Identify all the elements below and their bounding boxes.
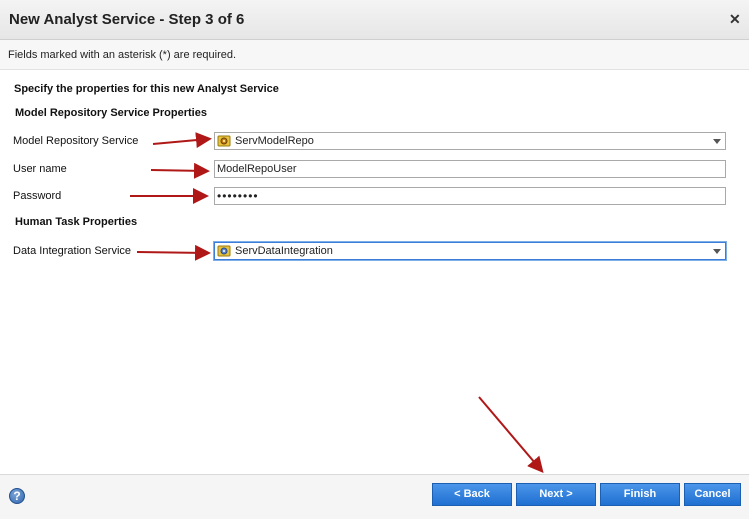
back-button[interactable]: < Back	[432, 483, 512, 506]
cancel-button[interactable]: Cancel	[684, 483, 741, 506]
dialog-title-bar: New Analyst Service - Step 3 of 6 ✕	[0, 0, 749, 40]
model-repo-service-select[interactable]: ServModelRepo	[214, 132, 726, 150]
password-value: ••••••••	[217, 189, 259, 203]
model-repo-service-value: ServModelRepo	[235, 135, 314, 147]
next-button[interactable]: Next >	[516, 483, 596, 506]
human-task-section-title: Human Task Properties	[15, 216, 138, 228]
password-label: Password	[13, 190, 62, 202]
chevron-down-icon[interactable]	[713, 249, 721, 254]
required-note-bar: Fields marked with an asterisk (*) are r…	[0, 40, 749, 70]
finish-button[interactable]: Finish	[600, 483, 680, 506]
help-icon[interactable]: ?	[9, 488, 25, 504]
close-icon[interactable]: ✕	[729, 12, 741, 26]
model-repo-section-title: Model Repository Service Properties	[15, 107, 207, 119]
data-integration-service-select[interactable]: ServDataIntegration	[214, 242, 726, 260]
dialog-title: New Analyst Service - Step 3 of 6	[9, 11, 245, 28]
model-repo-service-label: Model Repository Service	[13, 135, 139, 147]
service-icon	[217, 135, 231, 147]
password-input[interactable]: ••••••••	[214, 187, 726, 205]
username-label: User name	[13, 163, 67, 175]
annotation-arrow	[136, 244, 211, 261]
chevron-down-icon[interactable]	[713, 139, 721, 144]
annotation-arrow	[478, 396, 544, 474]
data-integration-service-label: Data Integration Service	[13, 245, 132, 257]
annotation-arrow	[152, 132, 212, 149]
annotation-arrow	[150, 162, 210, 179]
data-integration-service-value: ServDataIntegration	[235, 245, 333, 257]
page-heading: Specify the properties for this new Anal…	[14, 83, 279, 95]
username-value: ModelRepoUser	[217, 163, 297, 175]
required-note: Fields marked with an asterisk (*) are r…	[8, 49, 237, 61]
service-icon	[217, 245, 231, 257]
username-input[interactable]: ModelRepoUser	[214, 160, 726, 178]
